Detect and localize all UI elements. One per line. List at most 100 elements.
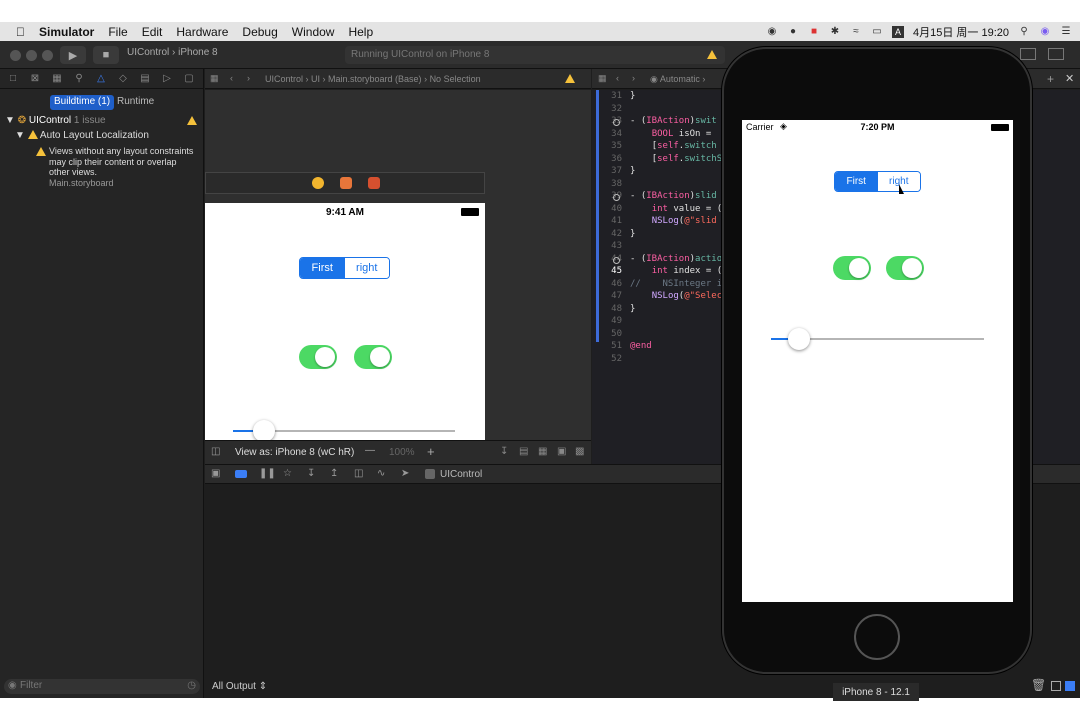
find-navigator-icon[interactable]: ⚲: [72, 72, 86, 86]
view-as-button[interactable]: View as: iPhone 8 (wC hR): [235, 447, 354, 458]
run-button[interactable]: ▶: [60, 46, 86, 64]
line-number[interactable]: 37: [608, 166, 622, 176]
document-outline-icon[interactable]: ◫: [211, 446, 220, 457]
source-control-icon[interactable]: ⊠: [28, 72, 42, 86]
hide-debug-area-icon[interactable]: ▣: [211, 468, 220, 479]
apple-menu-icon[interactable]: : [16, 25, 25, 39]
menu-file[interactable]: File: [108, 25, 127, 39]
line-number[interactable]: 45: [608, 266, 622, 276]
menu-window[interactable]: Window: [292, 25, 335, 39]
breadcrumb-folder[interactable]: UI: [311, 74, 320, 84]
align-icon[interactable]: ▦: [538, 446, 547, 457]
project-navigator-icon[interactable]: □: [6, 72, 20, 86]
view-controller-icon[interactable]: [312, 177, 324, 189]
breadcrumb-file[interactable]: Main.storyboard (Base): [328, 74, 422, 84]
menu-help[interactable]: Help: [348, 25, 373, 39]
line-number[interactable]: 41: [608, 216, 622, 226]
storyboard-canvas[interactable]: 9:41 AM First right: [205, 90, 591, 442]
test-navigator-icon[interactable]: ◇: [116, 72, 130, 86]
issue-navigator-icon[interactable]: △: [94, 72, 108, 86]
scheme-selector[interactable]: UIControl › iPhone 8: [127, 47, 218, 63]
wifi-icon[interactable]: ≈: [850, 26, 862, 38]
simulator-screen[interactable]: Carrier ◈ 7:20 PM First right: [742, 120, 1013, 602]
zoom-window-button[interactable]: [42, 50, 53, 61]
wechat-icon[interactable]: ●: [787, 26, 799, 38]
spotlight-search-icon[interactable]: ⚲: [1018, 26, 1030, 38]
runtime-tab[interactable]: Runtime: [117, 96, 154, 107]
resolve-issues-icon[interactable]: ▩: [575, 446, 584, 457]
process-name[interactable]: UIControl: [440, 469, 482, 480]
warning-icon[interactable]: [707, 50, 717, 59]
menu-debug[interactable]: Debug: [242, 25, 277, 39]
breadcrumb[interactable]: UIControl › UI › Main.storyboard (Base) …: [265, 74, 481, 84]
app-status-icon[interactable]: ■: [808, 26, 820, 38]
add-constraints-icon[interactable]: ▣: [557, 446, 566, 457]
line-number[interactable]: 34: [608, 129, 622, 139]
disclosure-triangle-icon[interactable]: ▼: [15, 130, 25, 141]
symbol-navigator-icon[interactable]: ▦: [50, 72, 64, 86]
buildtime-tab[interactable]: Buildtime (1): [50, 95, 115, 110]
scene-view[interactable]: 9:41 AM First right: [205, 203, 485, 442]
filter-field[interactable]: ◉ Filter ◷: [4, 679, 200, 694]
minimize-window-button[interactable]: [26, 50, 37, 61]
debug-navigator-icon[interactable]: ▤: [138, 72, 152, 86]
slider-knob[interactable]: [253, 420, 275, 442]
line-number[interactable]: 50: [608, 329, 622, 339]
slider-knob[interactable]: [787, 328, 810, 350]
switch-2[interactable]: [354, 345, 392, 369]
close-editor-icon[interactable]: ✕: [1065, 72, 1074, 85]
switch-1[interactable]: [299, 345, 337, 369]
project-row[interactable]: ▼ ❂ UIControl 1 issue: [5, 115, 106, 126]
step-over-icon[interactable]: ☆: [283, 468, 292, 479]
line-number[interactable]: 46: [608, 279, 622, 289]
warning-icon[interactable]: [565, 74, 575, 83]
line-number[interactable]: 49: [608, 316, 622, 326]
memory-graph-icon[interactable]: ∿: [377, 468, 385, 479]
battery-icon[interactable]: ▭: [871, 26, 883, 38]
issue-group-row[interactable]: ▼ Auto Layout Localization: [15, 130, 149, 141]
view-debugger-icon[interactable]: ◫: [354, 468, 363, 479]
record-icon[interactable]: ◉: [766, 26, 778, 38]
line-number[interactable]: 36: [608, 154, 622, 164]
report-navigator-icon[interactable]: ▢: [182, 72, 196, 86]
segment-first[interactable]: First: [300, 258, 345, 278]
home-button[interactable]: [854, 614, 900, 660]
location-icon[interactable]: ➤: [401, 468, 409, 479]
notification-center-icon[interactable]: ☰: [1060, 26, 1072, 38]
ibaction-connection-icon[interactable]: [613, 194, 620, 201]
breakpoint-navigator-icon[interactable]: ▷: [160, 72, 174, 86]
line-number[interactable]: 52: [608, 354, 622, 364]
forward-icon[interactable]: ›: [632, 73, 635, 83]
line-number[interactable]: 42: [608, 229, 622, 239]
switch-1[interactable]: [833, 256, 871, 280]
line-number[interactable]: 32: [608, 104, 622, 114]
line-number[interactable]: 43: [608, 241, 622, 251]
trash-icon[interactable]: 🗑: [1031, 678, 1046, 692]
segmented-control[interactable]: First right: [834, 171, 921, 192]
step-out-icon[interactable]: ↥: [330, 468, 338, 479]
input-source-icon[interactable]: A: [892, 25, 904, 38]
inspector-toggle-icon[interactable]: [1048, 48, 1064, 60]
editor-layout-icon[interactable]: [1020, 48, 1036, 60]
line-number[interactable]: 48: [608, 304, 622, 314]
assistant-mode-selector[interactable]: ◉ Automatic ›: [650, 74, 705, 85]
line-number[interactable]: 38: [608, 179, 622, 189]
menubar-clock[interactable]: 4月15日 周一 19:20: [913, 24, 1009, 40]
update-frames-icon[interactable]: ▤: [519, 446, 528, 457]
app-menu[interactable]: Simulator: [39, 25, 94, 39]
embed-icon[interactable]: ↧: [500, 446, 508, 457]
zoom-out-icon[interactable]: —: [365, 445, 375, 456]
switch-2[interactable]: [886, 256, 924, 280]
breadcrumb-selection[interactable]: No Selection: [430, 74, 481, 84]
step-into-icon[interactable]: ↧: [307, 468, 315, 479]
output-selector[interactable]: All Output ⇕: [212, 681, 267, 692]
add-editor-icon[interactable]: +: [1047, 72, 1054, 86]
line-number[interactable]: 47: [608, 291, 622, 301]
line-number[interactable]: 40: [608, 204, 622, 214]
related-items-icon[interactable]: ▦: [210, 73, 219, 84]
bluetooth-icon[interactable]: ✱: [829, 26, 841, 38]
stop-button[interactable]: ■: [93, 46, 119, 64]
breakpoints-toggle-icon[interactable]: [235, 470, 247, 478]
first-responder-icon[interactable]: [340, 177, 352, 189]
breadcrumb-project[interactable]: UIControl: [265, 74, 303, 84]
